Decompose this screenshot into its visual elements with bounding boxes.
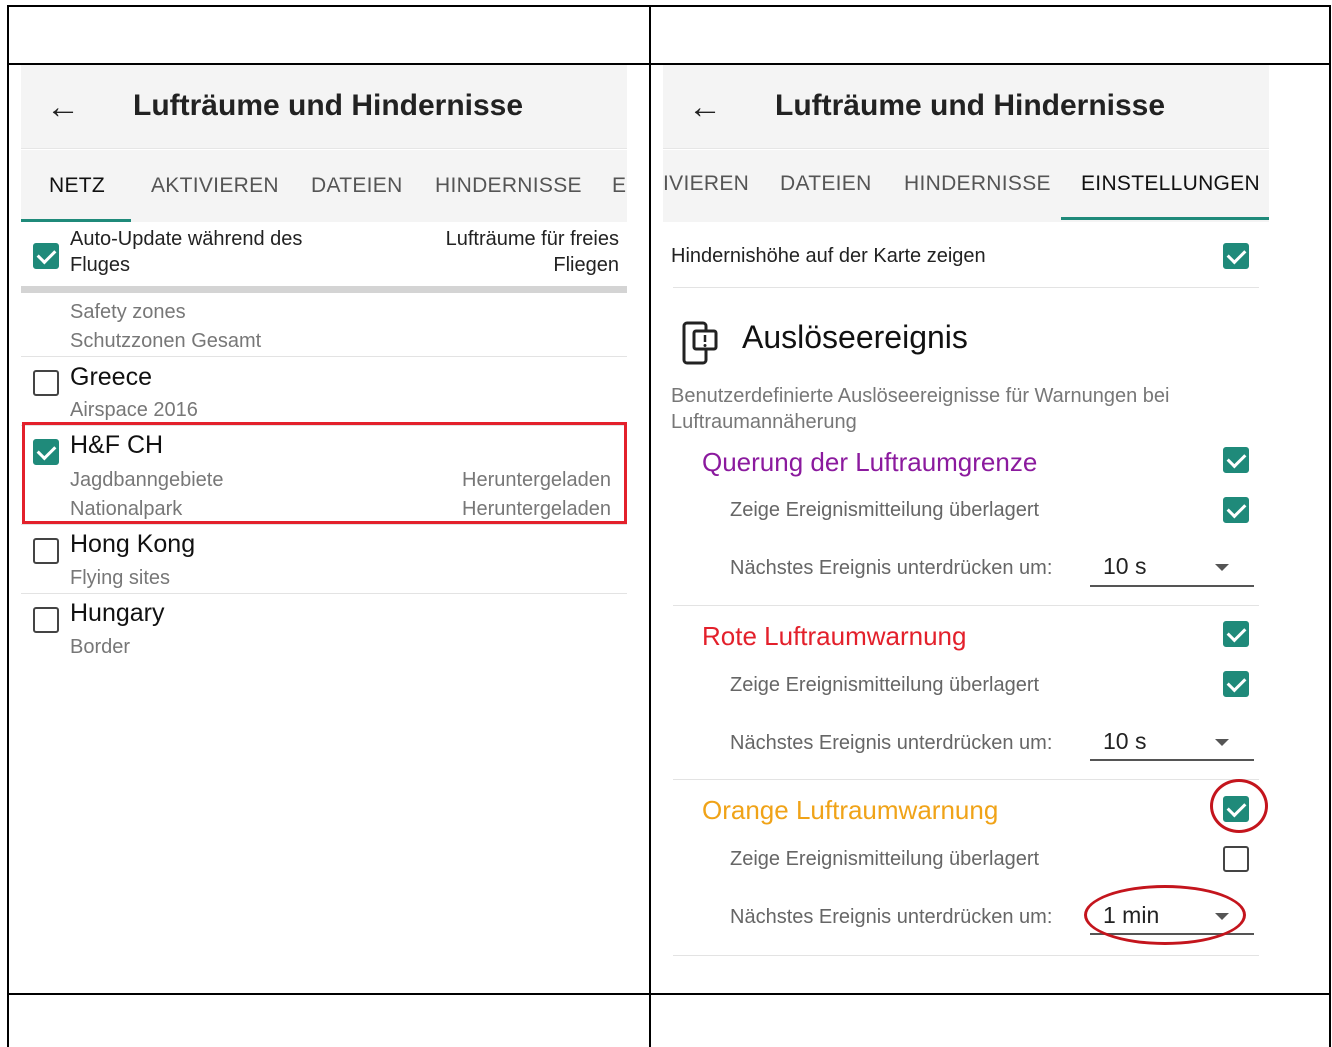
crossing-checkbox[interactable]	[1223, 447, 1249, 473]
app-bar: ← Lufträume und Hindernisse	[21, 65, 627, 149]
crossing-overlay-label: Zeige Ereignismitteilung überlagert	[730, 499, 1040, 521]
tab-aktivieren[interactable]: AKTIVIEREN	[151, 174, 279, 198]
auto-update-label-line2: Fluges	[70, 254, 131, 276]
right-screenshot: ← Lufträume und Hindernisse IVIEREN DATE…	[663, 65, 1269, 970]
greece-checkbox[interactable]	[33, 370, 59, 396]
settings-divider	[673, 605, 1259, 606]
active-tab-indicator	[1061, 217, 1269, 220]
crossing-suppress-label: Nächstes Ereignis unterdrücken um:	[730, 557, 1053, 579]
left-screenshot: ← Lufträume und Hindernisse NETZ AKTIVIE…	[21, 65, 627, 671]
active-tab-indicator	[21, 219, 131, 222]
hungary-sub: Border	[70, 636, 131, 658]
dropdown-arrow-icon[interactable]	[1215, 739, 1229, 746]
orange-overlay-label: Zeige Ereignismitteilung überlagert	[730, 848, 1040, 870]
tab-bar: IVIEREN DATEIEN HINDERNISSE EINSTELLUNGE…	[663, 150, 1269, 222]
table-border-right	[1329, 5, 1331, 1047]
red-overlay-label: Zeige Ereignismitteilung überlagert	[730, 674, 1040, 696]
greece-sub: Airspace 2016	[70, 399, 198, 421]
red-checkbox[interactable]	[1223, 621, 1249, 647]
tab-aktivieren-partial[interactable]: IVIEREN	[663, 172, 749, 196]
app-bar: ← Lufträume und Hindernisse	[663, 65, 1269, 149]
free-flying-label: Lufträume für freies	[445, 228, 619, 250]
orange-overlay-checkbox[interactable]	[1223, 846, 1249, 872]
tab-bar: NETZ AKTIVIEREN DATEIEN HINDERNISSE EI	[21, 150, 627, 222]
red-suppress-label: Nächstes Ereignis unterdrücken um:	[730, 732, 1053, 754]
settings-divider	[673, 287, 1259, 288]
list-divider	[21, 356, 627, 357]
red-suppress-value[interactable]: 10 s	[1103, 728, 1146, 755]
obstacle-height-label: Hindernishöhe auf der Karte zeigen	[671, 245, 986, 267]
highlight-circle-orange-checkbox	[1210, 779, 1268, 833]
hongkong-title: Hong Kong	[70, 530, 196, 558]
free-flying-label-line2: Fliegen	[553, 254, 619, 276]
hungary-title: Hungary	[70, 599, 165, 627]
crossing-suppress-value[interactable]: 10 s	[1103, 553, 1146, 580]
hongkong-sub: Flying sites	[70, 567, 171, 589]
list-divider	[21, 593, 627, 594]
list-divider	[21, 524, 627, 525]
section-description: Benutzerdefinierte Auslöseereignisse für…	[671, 385, 1170, 407]
table-row-divider-2	[7, 993, 1331, 995]
auto-update-checkbox[interactable]	[33, 243, 59, 269]
crossing-overlay-checkbox[interactable]	[1223, 497, 1249, 523]
section-title: Auslöseereignis	[742, 319, 968, 355]
dropdown-underline	[1090, 759, 1254, 761]
red-title: Rote Luftraumwarnung	[702, 621, 967, 651]
crossing-title: Querung der Luftraumgrenze	[702, 447, 1038, 477]
tab-einstellungen[interactable]: EINSTELLUNGEN	[1081, 172, 1260, 196]
page-title: Lufträume und Hindernisse	[775, 89, 1166, 122]
obstacle-height-checkbox[interactable]	[1223, 243, 1249, 269]
red-overlay-checkbox[interactable]	[1223, 671, 1249, 697]
dropdown-arrow-icon[interactable]	[1215, 564, 1229, 571]
greece-title: Greece	[70, 363, 152, 391]
tab-einstellungen-partial[interactable]: EI	[612, 174, 627, 198]
table-border-top	[7, 5, 1331, 7]
header-divider	[21, 286, 627, 293]
hungary-checkbox[interactable]	[33, 607, 59, 633]
back-arrow-icon[interactable]: ←	[685, 87, 725, 127]
settings-divider	[673, 955, 1259, 956]
auto-update-label: Auto-Update während des	[70, 228, 303, 250]
tab-hindernisse[interactable]: HINDERNISSE	[435, 174, 582, 198]
safety-zones-label: Safety zones	[70, 301, 186, 323]
trigger-event-icon	[681, 317, 719, 367]
tab-netz[interactable]: NETZ	[49, 174, 105, 198]
dropdown-underline	[1090, 585, 1254, 587]
section-description-line2: Luftraumannäherung	[671, 411, 857, 433]
safety-zones-sub: Schutzzonen Gesamt	[70, 330, 262, 352]
highlight-box-hfch	[22, 422, 627, 524]
orange-suppress-label: Nächstes Ereignis unterdrücken um:	[730, 906, 1053, 928]
tab-hindernisse[interactable]: HINDERNISSE	[904, 172, 1051, 196]
orange-title: Orange Luftraumwarnung	[702, 795, 999, 825]
tab-dateien[interactable]: DATEIEN	[780, 172, 872, 196]
hongkong-checkbox[interactable]	[33, 538, 59, 564]
table-border-left	[7, 5, 9, 1047]
settings-divider	[673, 779, 1259, 780]
table-column-divider	[649, 5, 651, 1047]
back-arrow-icon[interactable]: ←	[43, 87, 83, 127]
page-title: Lufträume und Hindernisse	[133, 89, 524, 122]
highlight-ellipse-orange-value	[1084, 885, 1246, 945]
tab-dateien[interactable]: DATEIEN	[311, 174, 403, 198]
